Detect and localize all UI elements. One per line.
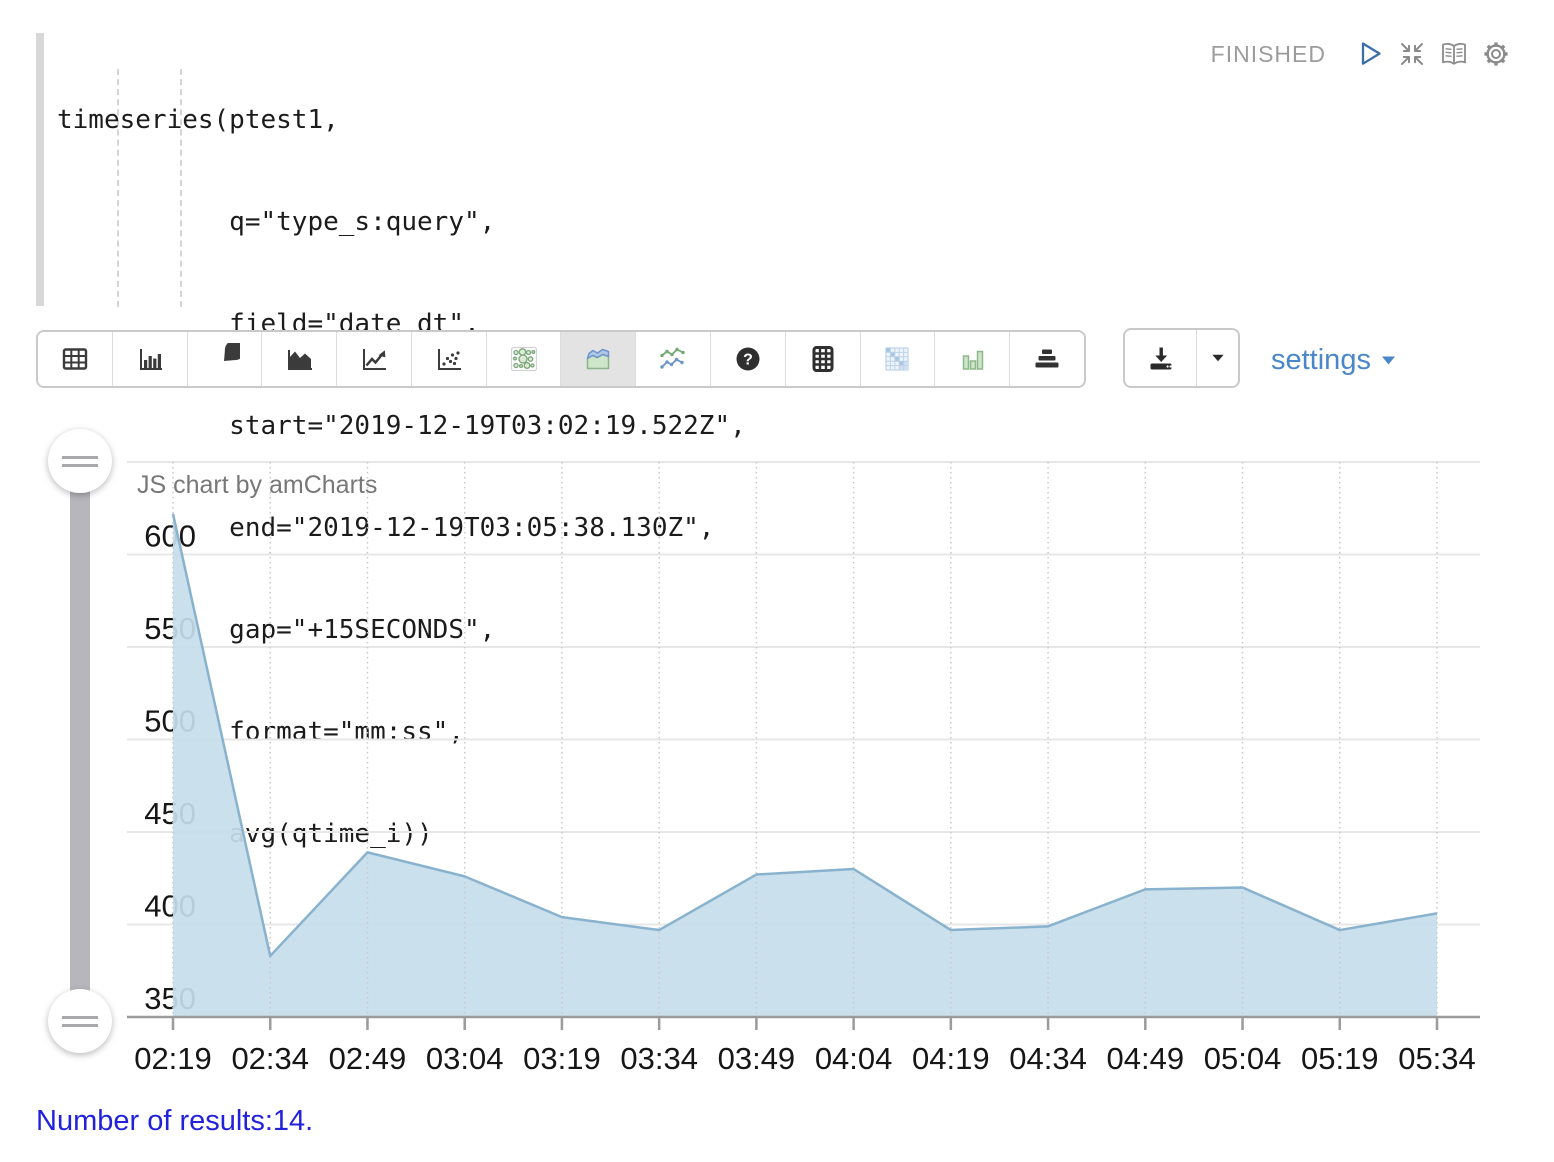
multi-line-icon xyxy=(656,343,690,375)
funnel-icon xyxy=(1031,343,1063,375)
x-tick-label: 04:49 xyxy=(1107,1041,1185,1076)
settings-label: settings xyxy=(1271,344,1371,377)
svg-text:?: ? xyxy=(743,352,753,369)
x-tick-label: 03:49 xyxy=(718,1041,796,1076)
paragraph-controls: FINISHED xyxy=(1211,38,1512,70)
editor-gutter xyxy=(36,33,44,306)
area-series-fill xyxy=(173,514,1437,1017)
view-table-button[interactable] xyxy=(38,332,112,386)
x-tick-label: 05:34 xyxy=(1398,1041,1476,1076)
x-tick-label: 02:19 xyxy=(134,1041,212,1076)
bar-chart-icon xyxy=(134,343,166,375)
code-line: q="type_s:query", xyxy=(57,205,746,239)
x-tick-label: 03:34 xyxy=(620,1041,698,1076)
heatmap-icon xyxy=(881,343,913,375)
view-help-button[interactable]: ? xyxy=(710,332,785,386)
view-funnel-button[interactable] xyxy=(1009,332,1084,386)
gear-icon[interactable] xyxy=(1480,38,1512,70)
download-icon xyxy=(1145,342,1177,374)
scatter-icon xyxy=(433,343,465,375)
help-icon: ? xyxy=(732,343,764,375)
view-heatmap-button[interactable] xyxy=(860,332,935,386)
x-tick-label: 03:04 xyxy=(426,1041,504,1076)
x-tick-label: 02:49 xyxy=(329,1041,407,1076)
timeseries-chart: 60055050045040035002:1902:3402:4903:0403… xyxy=(0,430,1554,1092)
grid-icon xyxy=(807,343,839,375)
view-line-chart-button[interactable] xyxy=(336,332,411,386)
view-green-bars-button[interactable] xyxy=(934,332,1009,386)
x-tick-label: 04:34 xyxy=(1009,1041,1087,1076)
caret-down-icon xyxy=(1381,355,1396,366)
export-button-group xyxy=(1123,328,1240,388)
view-area-chart-button[interactable] xyxy=(261,332,336,386)
settings-toggle[interactable]: settings xyxy=(1271,344,1396,377)
area-chart-icon xyxy=(283,343,315,375)
results-count: Number of results:14. xyxy=(36,1105,313,1138)
view-scatter-button[interactable] xyxy=(411,332,486,386)
download-button[interactable] xyxy=(1125,330,1196,386)
view-bar-chart-button[interactable] xyxy=(112,332,187,386)
x-tick-label: 05:19 xyxy=(1301,1041,1379,1076)
view-stacked-area-button[interactable] xyxy=(560,332,635,386)
y-tick-label: 600 xyxy=(144,519,196,554)
bubble-grid-icon xyxy=(507,343,541,375)
view-multi-line-button[interactable] xyxy=(635,332,710,386)
line-chart-icon xyxy=(358,343,390,375)
green-bars-icon xyxy=(956,343,988,375)
pie-chart-icon xyxy=(208,343,240,375)
download-options-button[interactable] xyxy=(1196,330,1238,386)
x-tick-label: 05:04 xyxy=(1204,1041,1282,1076)
view-bubble-grid-button[interactable] xyxy=(486,332,561,386)
caret-down-icon xyxy=(1203,343,1233,373)
play-icon[interactable] xyxy=(1354,38,1386,70)
book-icon[interactable] xyxy=(1438,38,1470,70)
code-line: timeseries(ptest1, xyxy=(57,103,746,137)
view-grid-button[interactable] xyxy=(785,332,860,386)
x-tick-label: 02:34 xyxy=(231,1041,309,1076)
code-editor[interactable]: timeseries(ptest1, q="type_s:query", fie… xyxy=(0,33,1100,309)
compress-icon[interactable] xyxy=(1396,38,1428,70)
table-icon xyxy=(59,343,91,375)
x-tick-label: 04:19 xyxy=(912,1041,990,1076)
x-tick-label: 03:19 xyxy=(523,1041,601,1076)
status-badge: FINISHED xyxy=(1211,41,1326,68)
stacked-area-icon xyxy=(581,343,615,375)
view-pie-chart-button[interactable] xyxy=(187,332,262,386)
visualization-toolbar: ? xyxy=(36,330,1086,388)
x-tick-label: 04:04 xyxy=(815,1041,893,1076)
